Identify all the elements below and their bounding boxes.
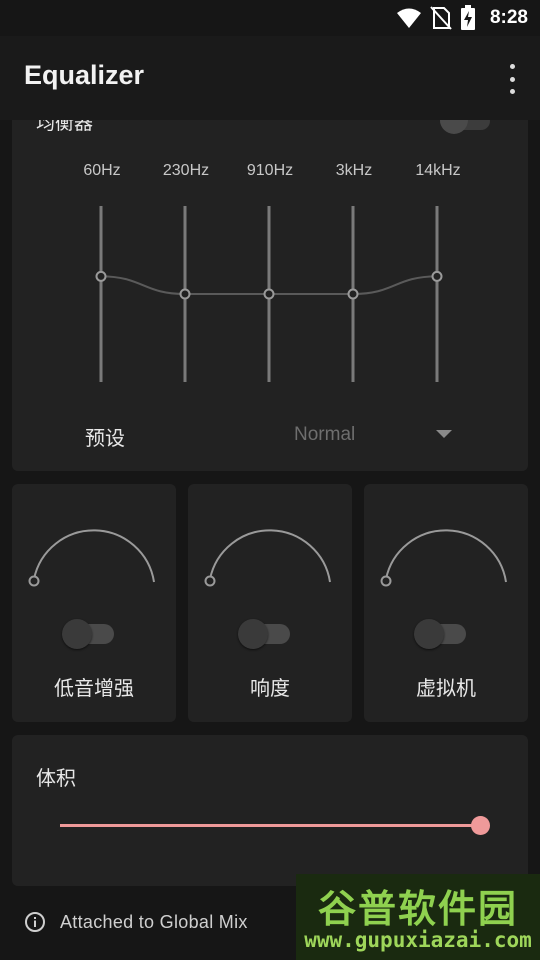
loudness-label: 响度 [250, 676, 290, 700]
toggle-knob [238, 619, 268, 649]
virtualizer-card: 虚拟机 [364, 484, 528, 722]
eq-band-handle[interactable] [431, 270, 443, 282]
eq-band-handle[interactable] [179, 288, 191, 300]
volume-slider-track[interactable] [60, 824, 480, 827]
preset-label: 预设 [85, 426, 125, 450]
virtualizer-toggle[interactable] [414, 619, 466, 649]
preset-dropdown[interactable]: Normal [294, 424, 355, 446]
loudness-card: 响度 [188, 484, 352, 722]
watermark-title: 谷普软件园 [317, 887, 518, 931]
virtualizer-knob[interactable] [364, 484, 528, 604]
eq-band-handle[interactable] [263, 288, 275, 300]
info-icon [25, 912, 45, 932]
eq-band-handle[interactable] [95, 270, 107, 282]
bass-boost-knob[interactable] [12, 484, 176, 604]
bass-boost-toggle[interactable] [62, 619, 114, 649]
watermark-url: www.gupuxiazai.com [304, 928, 532, 952]
volume-label: 体积 [36, 766, 76, 790]
more-vert-icon[interactable] [504, 64, 520, 94]
volume-slider-thumb[interactable] [470, 816, 490, 835]
app-title: Equalizer [24, 60, 145, 90]
toggle-knob [62, 619, 92, 649]
eq-band-handle[interactable] [347, 288, 359, 300]
bass-boost-card: 低音增强 [12, 484, 176, 722]
toggle-knob [414, 619, 444, 649]
watermark-logo: 谷普软件园 www.gupuxiazai.com [296, 874, 540, 960]
footer-text: Attached to Global Mix [60, 911, 248, 932]
dropdown-arrow-icon[interactable] [436, 430, 452, 438]
bass-boost-label: 低音增强 [54, 676, 134, 700]
virtualizer-label: 虚拟机 [416, 676, 476, 700]
volume-card: 体积 [12, 735, 528, 886]
footer: Attached to Global Mix [24, 911, 248, 933]
loudness-toggle[interactable] [238, 619, 290, 649]
app-bar: Equalizer [0, 36, 540, 120]
loudness-knob[interactable] [188, 484, 352, 604]
